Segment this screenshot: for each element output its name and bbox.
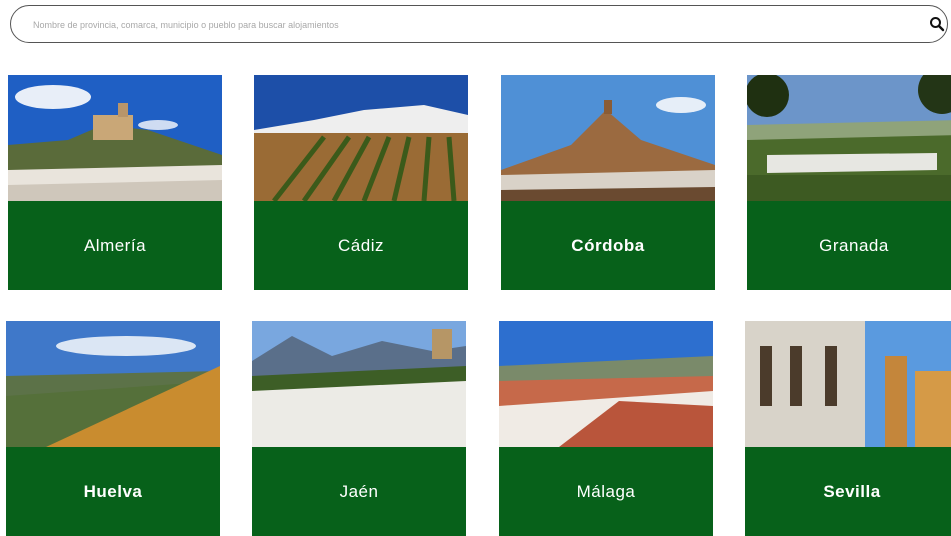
rooftops-valley-icon	[499, 321, 713, 447]
search-icon[interactable]	[929, 16, 945, 32]
province-card-malaga[interactable]: Málaga	[499, 321, 713, 536]
white-town-mountains-icon	[252, 321, 466, 447]
province-name: Sevilla	[823, 481, 881, 501]
golden-hillside-icon	[6, 321, 220, 447]
province-card-huelva[interactable]: Huelva	[6, 321, 220, 536]
province-name: Huelva	[83, 481, 143, 501]
province-name: Málaga	[576, 481, 636, 501]
castle-hill-village-icon	[8, 75, 222, 201]
province-label-band: Sevilla	[745, 447, 951, 536]
province-label-band: Granada	[747, 201, 951, 290]
province-card-almeria[interactable]: Almería	[8, 75, 222, 290]
castle-peak-town-icon	[501, 75, 715, 201]
province-card-cordoba[interactable]: Córdoba	[501, 75, 715, 290]
province-label-band: Cádiz	[254, 201, 468, 290]
province-label-band: Málaga	[499, 447, 713, 536]
valley-village-trees-icon	[747, 75, 951, 201]
province-card-sevilla[interactable]: Sevilla	[745, 321, 951, 536]
province-name: Granada	[819, 235, 889, 255]
province-label-band: Almería	[8, 201, 222, 290]
province-label-band: Jaén	[252, 447, 466, 536]
province-name: Jaén	[339, 481, 379, 501]
province-name: Córdoba	[571, 235, 645, 255]
search-input[interactable]	[31, 15, 915, 35]
search-bar[interactable]	[10, 5, 948, 43]
province-label-band: Córdoba	[501, 201, 715, 290]
historic-street-tower-icon	[745, 321, 951, 447]
province-label-band: Huelva	[6, 447, 220, 536]
province-card-granada[interactable]: Granada	[747, 75, 951, 290]
province-card-cadiz[interactable]: Cádiz	[254, 75, 468, 290]
province-name: Almería	[83, 235, 147, 255]
province-card-jaen[interactable]: Jaén	[252, 321, 466, 536]
province-name: Cádiz	[338, 235, 384, 255]
white-village-olive-fields-icon	[254, 75, 468, 201]
